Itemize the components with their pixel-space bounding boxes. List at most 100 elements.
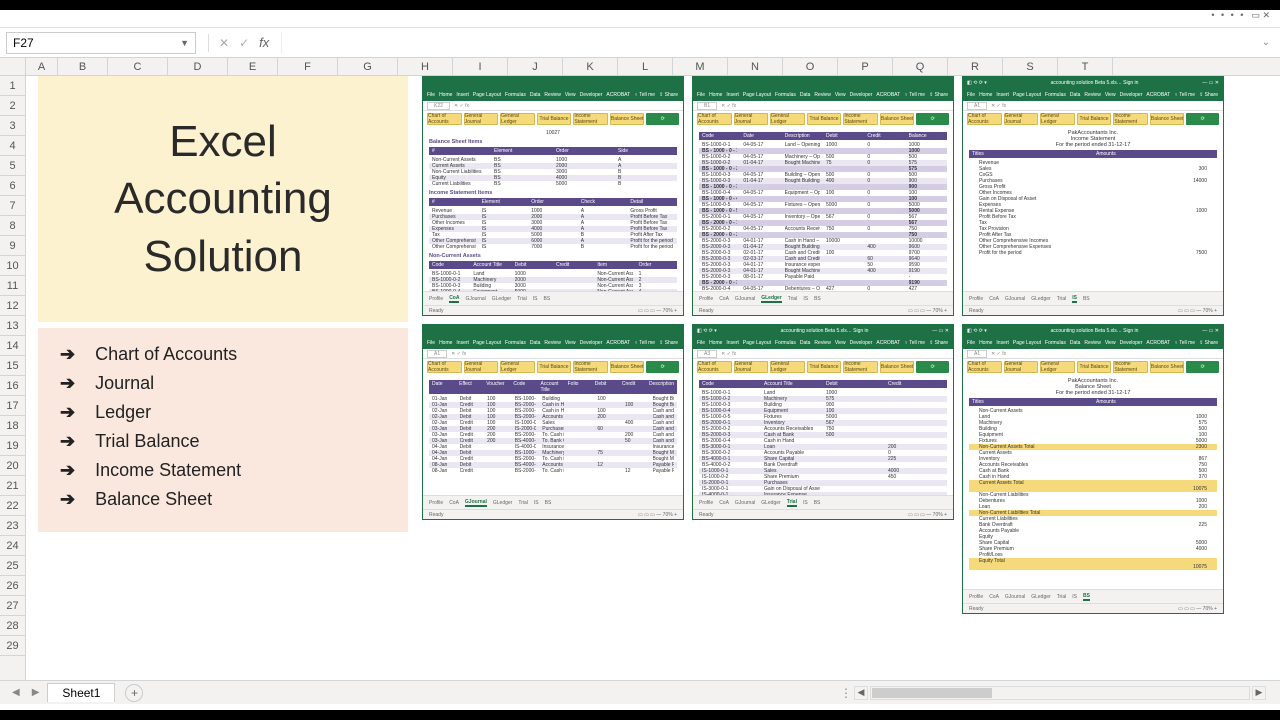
- status-bar: [0, 704, 1280, 710]
- col-header[interactable]: E: [228, 58, 278, 75]
- col-header[interactable]: G: [338, 58, 398, 75]
- formula-expand-icon[interactable]: ⌄: [1258, 37, 1274, 48]
- col-header[interactable]: N: [728, 58, 783, 75]
- title-dots: • • • •: [1211, 10, 1245, 20]
- feature-label: Ledger: [95, 402, 151, 423]
- horizontal-scrollbar[interactable]: ⋮ ◀ ▶: [147, 686, 1272, 700]
- row-header[interactable]: 12: [0, 296, 25, 316]
- row-header[interactable]: 9: [0, 236, 25, 256]
- select-all-corner[interactable]: [0, 58, 26, 75]
- col-header[interactable]: K: [563, 58, 618, 75]
- title-line-1: Excel: [169, 113, 277, 170]
- scroll-left-icon[interactable]: ◀: [854, 686, 868, 700]
- feature-item: ➔Chart of Accounts: [60, 340, 386, 369]
- col-header[interactable]: D: [168, 58, 228, 75]
- col-header[interactable]: B: [58, 58, 108, 75]
- col-header[interactable]: P: [838, 58, 893, 75]
- row-header[interactable]: 17: [0, 396, 25, 416]
- col-header[interactable]: F: [278, 58, 338, 75]
- col-header[interactable]: L: [618, 58, 673, 75]
- row-header[interactable]: 8: [0, 216, 25, 236]
- row-header[interactable]: 14: [0, 336, 25, 356]
- row-header[interactable]: 25: [0, 556, 25, 576]
- row-header[interactable]: 1: [0, 76, 25, 96]
- row-header[interactable]: 19: [0, 436, 25, 456]
- feature-item: ➔ Ledger: [60, 398, 386, 427]
- col-header[interactable]: M: [673, 58, 728, 75]
- feature-label: Trial Balance: [95, 431, 199, 452]
- screenshot-thumb: FileHomeInsertPage LayoutFormulasDataRev…: [422, 76, 684, 316]
- screenshot-thumb: FileHomeInsertPage LayoutFormulasDataRev…: [692, 76, 954, 316]
- row-header[interactable]: 28: [0, 616, 25, 636]
- screenshot-thumb: FileHomeInsertPage LayoutFormulasDataRev…: [422, 324, 684, 520]
- window-controls[interactable]: ▭ ✕: [1251, 10, 1270, 21]
- row-header[interactable]: 7: [0, 196, 25, 216]
- column-headers[interactable]: ABCDEFGHIJKLMNOPQRST: [0, 58, 1280, 76]
- cells-canvas[interactable]: Excel Accounting Solution ➔Chart of Acco…: [26, 76, 1280, 680]
- arrow-icon: ➔: [60, 431, 75, 452]
- arrow-icon: ➔: [60, 489, 75, 510]
- row-headers[interactable]: 1234567891011121314151617181920212223242…: [0, 76, 26, 680]
- row-header[interactable]: 2: [0, 96, 25, 116]
- feature-item: ➔ Trial Balance: [60, 427, 386, 456]
- fx-controls: ✕ ✓ fx: [202, 34, 275, 52]
- sheet-nav-next-icon[interactable]: ▶: [28, 687, 44, 698]
- col-header[interactable]: H: [398, 58, 453, 75]
- screenshot-thumb: ◧ ⟲ ⟳ ▾accounting solution Beta 5.xls… S…: [962, 76, 1224, 316]
- fx-icon[interactable]: fx: [259, 35, 269, 50]
- col-header[interactable]: S: [1003, 58, 1058, 75]
- col-header[interactable]: J: [508, 58, 563, 75]
- row-header[interactable]: 22: [0, 496, 25, 516]
- row-header[interactable]: 20: [0, 456, 25, 476]
- sheet-nav-prev-icon[interactable]: ◀: [8, 687, 24, 698]
- title-block: Excel Accounting Solution: [38, 76, 408, 322]
- title-line-3: Solution: [143, 228, 302, 285]
- window-titlebar: • • • • ▭ ✕: [0, 10, 1280, 20]
- row-header[interactable]: 26: [0, 576, 25, 596]
- row-header[interactable]: 4: [0, 136, 25, 156]
- feature-label: Journal: [95, 373, 154, 394]
- arrow-icon: ➔: [60, 460, 75, 481]
- col-header[interactable]: C: [108, 58, 168, 75]
- col-header[interactable]: I: [453, 58, 508, 75]
- row-header[interactable]: 15: [0, 356, 25, 376]
- row-header[interactable]: 23: [0, 516, 25, 536]
- ribbon-collapsed: [0, 20, 1280, 28]
- row-header[interactable]: 5: [0, 156, 25, 176]
- feature-item: ➔ Balance Sheet: [60, 485, 386, 514]
- row-header[interactable]: 6: [0, 176, 25, 196]
- grid-area: ABCDEFGHIJKLMNOPQRST 1234567891011121314…: [0, 58, 1280, 680]
- scroll-right-icon[interactable]: ▶: [1252, 686, 1266, 700]
- excel-window: • • • • ▭ ✕ F27 ▼ ✕ ✓ fx ⌄ ABCDEFGHIJKLM…: [0, 10, 1280, 710]
- col-header[interactable]: Q: [893, 58, 948, 75]
- col-header[interactable]: R: [948, 58, 1003, 75]
- title-line-2: Accounting: [114, 170, 332, 227]
- row-header[interactable]: 10: [0, 256, 25, 276]
- sheet-tab-bar: ◀ ▶ Sheet1 + ⋮ ◀ ▶: [0, 680, 1280, 704]
- arrow-icon: ➔: [60, 373, 75, 394]
- row-header[interactable]: 29: [0, 636, 25, 656]
- sheet-tab-sheet1[interactable]: Sheet1: [47, 683, 115, 702]
- row-header[interactable]: 21: [0, 476, 25, 496]
- row-header[interactable]: 13: [0, 316, 25, 336]
- confirm-icon[interactable]: ✓: [239, 36, 249, 50]
- row-header[interactable]: 11: [0, 276, 25, 296]
- feature-label: Balance Sheet: [95, 489, 212, 510]
- name-box[interactable]: F27 ▼: [6, 32, 196, 54]
- feature-item: ➔ Journal: [60, 369, 386, 398]
- row-header[interactable]: 3: [0, 116, 25, 136]
- col-header[interactable]: A: [26, 58, 58, 75]
- row-header[interactable]: 16: [0, 376, 25, 396]
- col-header[interactable]: O: [783, 58, 838, 75]
- formula-input[interactable]: [281, 32, 1252, 54]
- screenshot-thumb: ◧ ⟲ ⟳ ▾accounting solution Beta 5.xls… S…: [692, 324, 954, 520]
- arrow-icon: ➔: [60, 402, 75, 423]
- add-sheet-button[interactable]: +: [125, 684, 143, 702]
- name-box-dropdown-icon[interactable]: ▼: [180, 38, 189, 48]
- screenshot-thumb: ◧ ⟲ ⟳ ▾accounting solution Beta 5.xls… S…: [962, 324, 1224, 614]
- row-header[interactable]: 27: [0, 596, 25, 616]
- row-header[interactable]: 24: [0, 536, 25, 556]
- row-header[interactable]: 18: [0, 416, 25, 436]
- cancel-icon[interactable]: ✕: [219, 36, 229, 50]
- col-header[interactable]: T: [1058, 58, 1113, 75]
